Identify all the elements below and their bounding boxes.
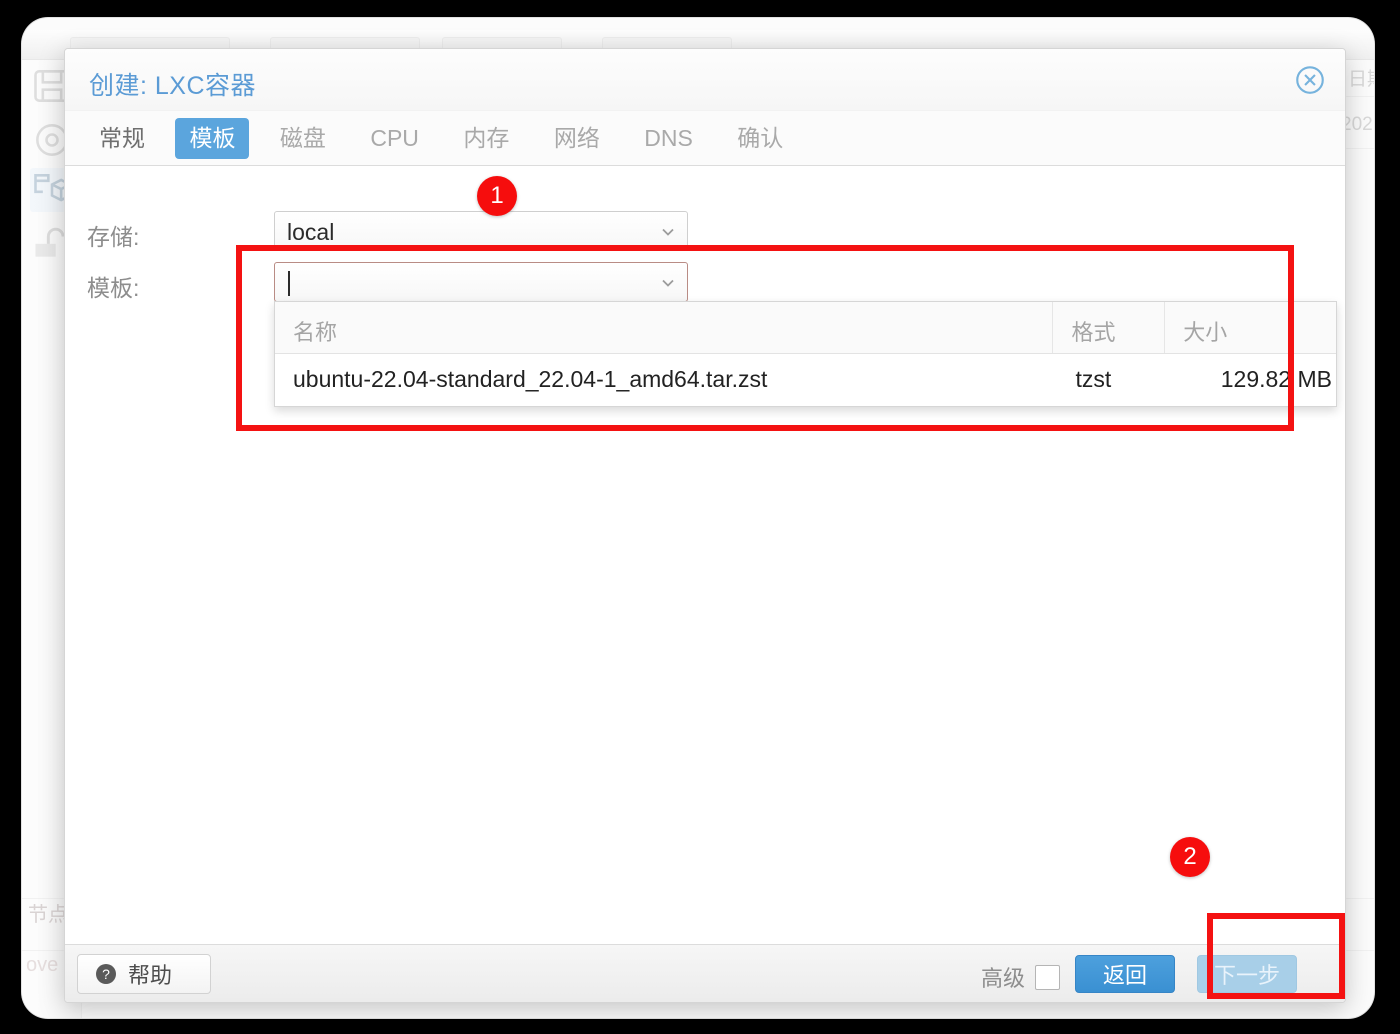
dialog-footer: ? 帮助 高级 返回 下一步 — [65, 944, 1345, 1002]
dropdown-header-row: 名称 格式 大小 — [275, 302, 1336, 354]
background-column-date: 日期 — [1348, 69, 1374, 90]
close-circle-icon[interactable] — [1293, 63, 1327, 97]
text-cursor — [288, 271, 290, 296]
dialog-body: 存储: local 模板: 名称 格式 大小 ubuntu-22.04-stan… — [65, 166, 1345, 946]
next-button[interactable]: 下一步 — [1197, 955, 1297, 993]
annotation-badge-2: 2 — [1170, 837, 1210, 877]
storage-combobox[interactable]: local — [274, 211, 688, 251]
back-button[interactable]: 返回 — [1075, 955, 1175, 993]
question-circle-icon: ? — [94, 962, 118, 986]
storage-value: local — [287, 219, 335, 245]
advanced-option: 高级 — [981, 961, 1060, 993]
advanced-checkbox[interactable] — [1035, 964, 1060, 990]
screen-root: 节点 ove 日期 202 创建: LXC容器 常规 模板 磁盘 CPU 内存 … — [0, 0, 1400, 1034]
tab-network[interactable]: 网络 — [540, 118, 614, 159]
dropdown-option-row[interactable]: ubuntu-22.04-standard_22.04-1_amd64.tar.… — [275, 354, 1336, 406]
help-button[interactable]: ? 帮助 — [77, 954, 211, 994]
dialog-title: 创建: LXC容器 — [89, 72, 257, 100]
template-size-cell: 129.82 MB — [1220, 366, 1332, 392]
tab-disk[interactable]: 磁盘 — [266, 118, 340, 159]
column-header-format[interactable]: 格式 — [1053, 302, 1166, 353]
background-label-ove: ove — [26, 954, 59, 976]
help-button-label: 帮助 — [128, 963, 173, 988]
advanced-label: 高级 — [980, 966, 1025, 991]
svg-text:?: ? — [102, 966, 110, 982]
tab-dns[interactable]: DNS — [630, 118, 707, 159]
annotation-badge-1: 1 — [477, 176, 517, 216]
create-lxc-container-dialog: 创建: LXC容器 常规 模板 磁盘 CPU 内存 网络 DNS 确认 存储: … — [64, 48, 1346, 1003]
chevron-down-icon[interactable] — [659, 274, 677, 292]
template-format-cell: tzst — [1075, 366, 1112, 392]
chevron-down-icon[interactable] — [659, 223, 677, 241]
storage-label: 存储: — [87, 224, 140, 250]
dialog-tab-bar: 常规 模板 磁盘 CPU 内存 网络 DNS 确认 — [65, 111, 1345, 166]
template-dropdown-list: 名称 格式 大小 ubuntu-22.04-standard_22.04-1_a… — [274, 301, 1337, 407]
column-header-size[interactable]: 大小 — [1165, 302, 1336, 353]
column-header-name[interactable]: 名称 — [275, 302, 1054, 353]
tab-confirm[interactable]: 确认 — [723, 118, 797, 159]
tab-general[interactable]: 常规 — [85, 118, 159, 159]
template-name-cell: ubuntu-22.04-standard_22.04-1_amd64.tar.… — [293, 366, 768, 392]
background-label-node: 节点 — [28, 904, 68, 926]
template-combobox[interactable] — [274, 262, 688, 302]
tab-cpu[interactable]: CPU — [356, 118, 433, 159]
tab-memory[interactable]: 内存 — [449, 118, 523, 159]
dialog-header: 创建: LXC容器 — [65, 49, 1345, 111]
template-label: 模板: — [87, 275, 140, 301]
tab-template[interactable]: 模板 — [175, 118, 250, 159]
